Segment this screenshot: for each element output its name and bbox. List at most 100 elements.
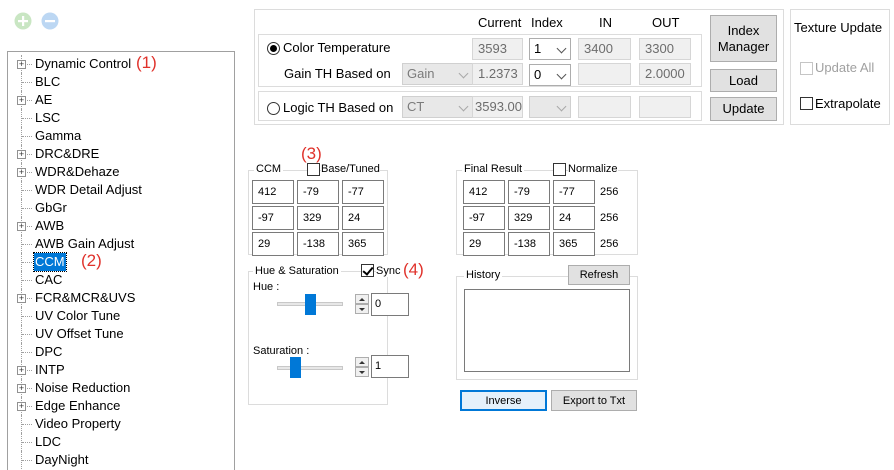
ccm-cell[interactable]: 24 xyxy=(342,206,384,230)
final-result-cell: 329 xyxy=(508,206,550,230)
ccm-cell[interactable]: -77 xyxy=(342,180,384,204)
tree-line xyxy=(22,190,32,191)
tree-item-label: LDC xyxy=(35,434,62,449)
expand-icon[interactable]: + xyxy=(17,96,26,105)
final-result-cell: 412 xyxy=(463,180,505,204)
expand-icon[interactable]: + xyxy=(17,150,26,159)
tree-item[interactable]: + Noise Reduction xyxy=(8,379,234,397)
tree-item[interactable]: WDR Detail Adjust xyxy=(8,181,234,199)
tree-item-label: WDR&Dehaze xyxy=(35,164,120,179)
arrow-up-icon[interactable] xyxy=(355,294,369,304)
logic-th-radio[interactable] xyxy=(267,102,280,115)
tree-item[interactable]: LSC xyxy=(8,109,234,127)
ccm-cell[interactable]: -138 xyxy=(297,232,339,256)
arrow-down-icon[interactable] xyxy=(355,304,369,314)
arrow-up-icon[interactable] xyxy=(355,357,369,367)
ccm-cell[interactable]: -79 xyxy=(297,180,339,204)
index-manager-button[interactable]: Index Manager xyxy=(710,15,777,62)
ccm-cell[interactable]: 365 xyxy=(342,232,384,256)
tree-item-label: DayNight xyxy=(35,452,89,467)
remove-button[interactable] xyxy=(41,12,59,30)
tree-item[interactable]: + WDR&Dehaze xyxy=(8,163,234,181)
sync-checkbox[interactable] xyxy=(361,264,374,277)
tree-item[interactable]: Gamma xyxy=(8,127,234,145)
tree-item-label: GbGr xyxy=(35,200,67,215)
tree-item[interactable]: CAC xyxy=(8,271,234,289)
sync-label: Sync xyxy=(376,265,401,277)
module-tree[interactable]: + Dynamic Control BLC + AE LSC Gamma + DRC&DRE + W… xyxy=(7,51,235,470)
tree-line xyxy=(22,334,32,335)
tree-item[interactable]: GbGr xyxy=(8,199,234,217)
tree-item[interactable]: + DRC&DRE xyxy=(8,145,234,163)
tree-item[interactable]: + Edge Enhance xyxy=(8,397,234,415)
chevron-down-icon xyxy=(556,43,567,54)
tree-item-label: CAC xyxy=(35,272,63,287)
tree-item[interactable]: + AWB xyxy=(8,217,234,235)
hue-spinner[interactable] xyxy=(355,294,369,314)
expand-icon[interactable]: + xyxy=(17,222,26,231)
tree-item[interactable]: AWB Gain Adjust xyxy=(8,235,234,253)
tree-item[interactable]: + INTP xyxy=(8,361,234,379)
tree-item[interactable]: + FCR&MCR&UVS xyxy=(8,289,234,307)
export-txt-button[interactable]: Export to Txt xyxy=(551,390,637,411)
gain-th-index-select[interactable]: 0 xyxy=(529,64,571,86)
inverse-button[interactable]: Inverse xyxy=(460,390,547,411)
tree-item[interactable]: UV Offset Tune xyxy=(8,325,234,343)
load-button[interactable]: Load xyxy=(710,69,777,92)
logic-th-index-select[interactable] xyxy=(529,96,571,118)
add-button[interactable] xyxy=(14,12,32,30)
saturation-spinner[interactable] xyxy=(355,357,369,377)
col-in: IN xyxy=(599,15,612,30)
tree-item[interactable]: UV Color Tune xyxy=(8,307,234,325)
arrow-down-icon[interactable] xyxy=(355,367,369,377)
saturation-slider-track[interactable] xyxy=(277,366,343,370)
update-all-checkbox[interactable] xyxy=(800,62,813,75)
extrapolate-label: Extrapolate xyxy=(815,96,881,111)
tree-item-label: Video Property xyxy=(35,416,121,431)
tree-item[interactable]: + Dynamic Control xyxy=(8,55,234,73)
base-tuned-checkbox[interactable] xyxy=(307,163,320,176)
tree-item-label: INTP xyxy=(35,362,65,377)
tree-item[interactable]: CCM xyxy=(8,252,234,272)
color-temp-index-select[interactable]: 1 xyxy=(529,38,571,60)
color-temp-current: 3593 xyxy=(472,38,523,60)
tree-item[interactable]: + AE xyxy=(8,91,234,109)
ccm-cell[interactable]: 412 xyxy=(252,180,294,204)
tree-item-label: AWB xyxy=(35,218,65,233)
expand-icon[interactable]: + xyxy=(17,60,26,69)
update-all-label: Update All xyxy=(815,60,875,75)
normalize-checkbox[interactable] xyxy=(553,163,566,176)
ccm-cell[interactable]: 29 xyxy=(252,232,294,256)
history-list[interactable] xyxy=(464,289,630,372)
tree-item[interactable]: DPC xyxy=(8,343,234,361)
tree-item[interactable]: BLC xyxy=(8,73,234,91)
tree-item[interactable]: LDC xyxy=(8,433,234,451)
expand-icon[interactable]: + xyxy=(17,168,26,177)
saturation-slider-thumb[interactable] xyxy=(290,357,301,378)
final-result-cell: -77 xyxy=(553,180,595,204)
hue-slider-thumb[interactable] xyxy=(305,294,316,315)
color-temp-radio[interactable] xyxy=(267,42,280,55)
update-button[interactable]: Update xyxy=(710,97,777,121)
tree-item-label: UV Color Tune xyxy=(35,308,121,323)
tree-item-label: WDR Detail Adjust xyxy=(35,182,142,197)
expand-icon[interactable]: + xyxy=(17,384,26,393)
hue-value-input[interactable]: 0 xyxy=(371,293,409,316)
ccm-cell[interactable]: -97 xyxy=(252,206,294,230)
tree-line xyxy=(22,136,32,137)
texture-update-title: Texture Update xyxy=(794,20,883,35)
tree-line xyxy=(22,316,32,317)
gain-th-select[interactable]: Gain xyxy=(402,63,473,85)
expand-icon[interactable]: + xyxy=(17,402,26,411)
gain-th-current: 1.2373 xyxy=(472,63,523,85)
ccm-cell[interactable]: 329 xyxy=(297,206,339,230)
saturation-value-input[interactable]: 1 xyxy=(371,355,409,378)
logic-th-select[interactable]: CT xyxy=(402,96,473,118)
tree-item[interactable]: Video Property xyxy=(8,415,234,433)
tree-item[interactable]: DayNight xyxy=(8,451,234,469)
refresh-button[interactable]: Refresh xyxy=(568,265,630,285)
expand-icon[interactable]: + xyxy=(17,294,26,303)
history-title: History xyxy=(464,269,503,281)
extrapolate-checkbox[interactable] xyxy=(800,97,813,110)
expand-icon[interactable]: + xyxy=(17,366,26,375)
